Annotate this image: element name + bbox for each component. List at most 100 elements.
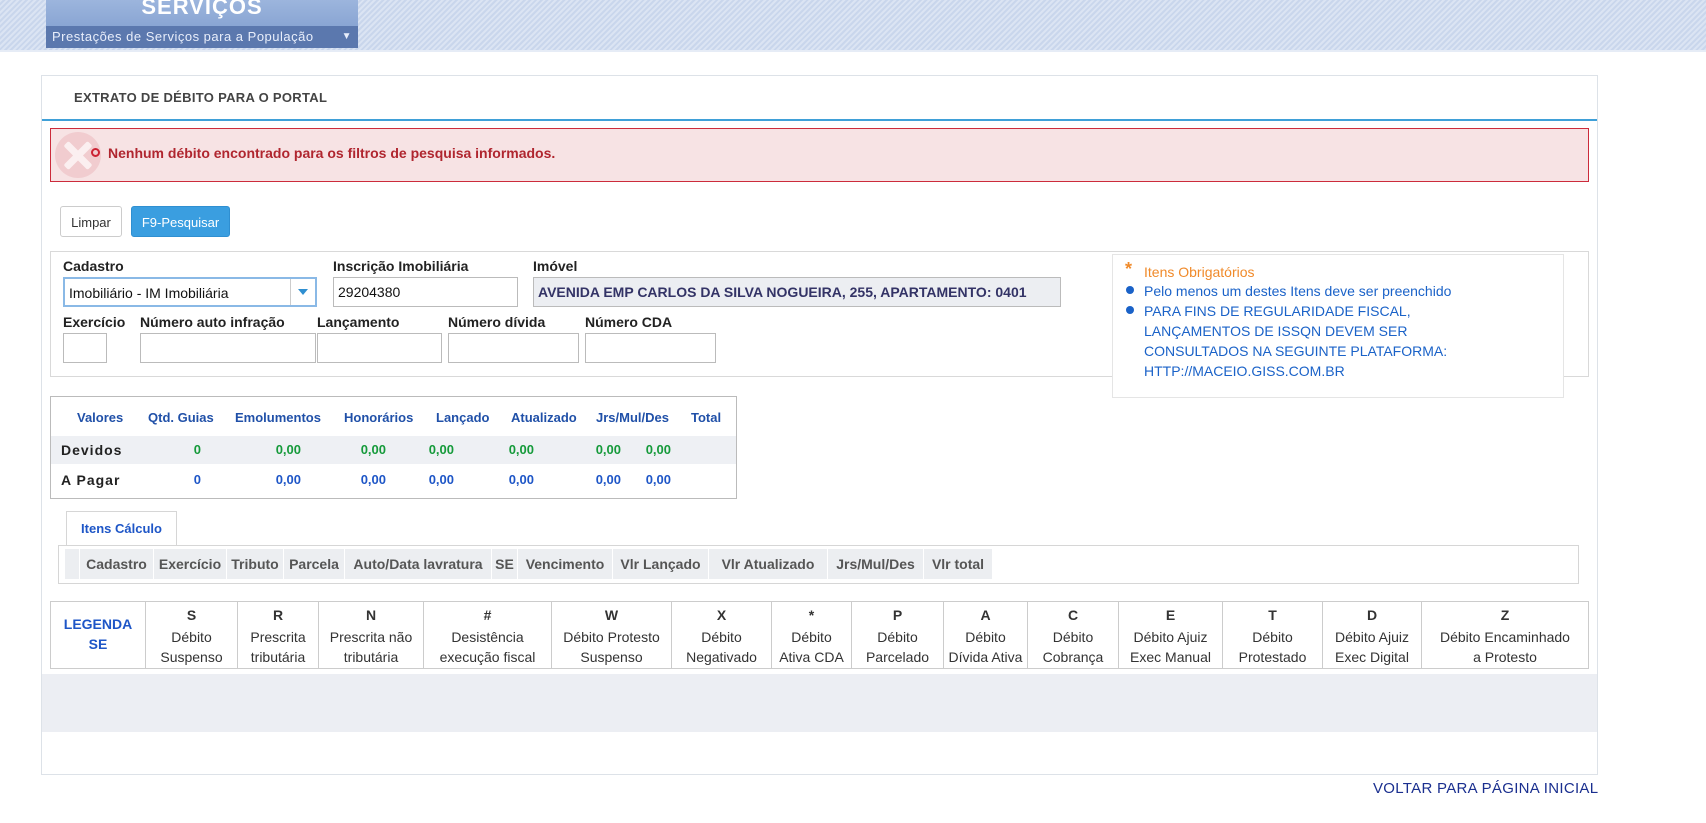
legenda-item: * Débito Ativa CDA: [772, 602, 852, 668]
search-button[interactable]: F9-Pesquisar: [131, 206, 230, 237]
grid-select-column[interactable]: [65, 549, 80, 579]
legenda-item: # Desistência execução fiscal: [424, 602, 552, 668]
legenda-desc: Prescrita não: [329, 629, 413, 645]
legenda-desc: tributária: [250, 649, 306, 665]
notice-line: LANÇAMENTOS DE ISSQN DEVEM SER: [1144, 323, 1408, 339]
grid-column-header[interactable]: Parcela: [284, 549, 345, 579]
legenda-code: W: [604, 607, 619, 623]
form-legend-box: * Itens Obrigatórios Pelo menos um deste…: [1112, 254, 1564, 398]
brand-title: SERVIÇOS: [141, 0, 263, 19]
values-summary-table: Valores Qtd. Guias Emolumentos Honorário…: [50, 396, 737, 499]
legenda-title-line: LEGENDA: [63, 616, 133, 632]
back-to-home-link[interactable]: VOLTAR PARA PÁGINA INICIAL: [1373, 780, 1598, 797]
tab-itens-calculo[interactable]: Itens Cálculo: [66, 511, 177, 546]
legenda-desc: Prescrita: [250, 629, 306, 645]
legenda-desc: Suspenso: [580, 649, 643, 665]
grid-column-header[interactable]: Cadastro: [80, 549, 154, 579]
legenda-desc: Cobrança: [1042, 649, 1104, 665]
lancamento-input[interactable]: [317, 333, 442, 363]
legenda-item: T Débito Protestado: [1223, 602, 1323, 668]
cda-input[interactable]: [585, 333, 716, 363]
values-cell: 0,00: [428, 442, 454, 457]
chevron-down-icon: ▼: [341, 31, 352, 42]
grid-column-header[interactable]: Jrs/Mul/Des: [828, 549, 924, 579]
values-cell: 0,00: [360, 442, 386, 457]
values-header: Valores: [77, 410, 124, 425]
inscricao-label: Inscrição Imobiliária: [333, 258, 469, 274]
values-row-highlight: [51, 436, 736, 464]
legenda-item: W Débito Protesto Suspenso: [552, 602, 672, 668]
legenda-desc: Débito: [1252, 629, 1293, 645]
services-menu-label: Prestações de Serviços para a População: [52, 29, 314, 44]
legenda-code: A: [980, 607, 991, 623]
panel-footer: [42, 674, 1597, 732]
values-cell: 0,00: [645, 472, 671, 487]
clear-button[interactable]: Limpar: [60, 206, 122, 237]
error-bullet-icon: [91, 148, 100, 157]
legenda-item: E Débito Ajuiz Exec Manual: [1119, 602, 1223, 668]
auto-infracao-input[interactable]: [140, 333, 316, 363]
values-cell: 0,00: [595, 442, 621, 457]
notice-line: CONSULTADOS NA SEGUINTE PLATAFORMA:: [1144, 343, 1448, 359]
top-banner: SERVIÇOS Prestações de Serviços para a P…: [0, 0, 1706, 52]
legenda-item: N Prescrita não tributária: [319, 602, 424, 668]
legenda-item: Z Débito Encaminhado a Protesto: [1422, 602, 1588, 668]
legenda-item: X Débito Negativado: [672, 602, 772, 668]
values-header: Atualizado: [511, 410, 577, 425]
grid-column-header[interactable]: Vlr Lançado: [613, 549, 709, 579]
required-legend-text: Itens Obrigatórios: [1144, 264, 1255, 280]
inscricao-input[interactable]: 29204380: [333, 277, 518, 307]
grid-column-header[interactable]: Vencimento: [518, 549, 613, 579]
legenda-desc: Débito Ajuiz: [1133, 629, 1208, 645]
legenda-item: A Débito Dívida Ativa: [944, 602, 1028, 668]
legenda-item: C Débito Cobrança: [1028, 602, 1119, 668]
cda-label: Número CDA: [585, 314, 673, 330]
services-menu[interactable]: Prestações de Serviços para a População …: [46, 26, 358, 48]
values-cell: 0,00: [275, 442, 301, 457]
values-row-label: Devidos: [61, 442, 123, 458]
values-cell: 0,00: [360, 472, 386, 487]
values-cell: 0,00: [645, 442, 671, 457]
values-cell: 0,00: [428, 472, 454, 487]
auto-infracao-label: Número auto infração: [140, 314, 285, 330]
grid-column-header[interactable]: Vlr total: [924, 549, 993, 579]
grid-column-header[interactable]: Vlr Atualizado: [709, 549, 828, 579]
values-header: Honorários: [344, 410, 414, 425]
values-cell: 0,00: [275, 472, 301, 487]
legenda-code: C: [1067, 607, 1079, 623]
legenda-desc: Débito: [171, 629, 212, 645]
legenda-desc: execução fiscal: [439, 649, 536, 665]
grid-column-header[interactable]: Auto/Data lavratura: [345, 549, 492, 579]
legenda-code: D: [1366, 607, 1378, 623]
legenda-code: X: [716, 607, 727, 623]
legenda-desc: Débito: [701, 629, 742, 645]
error-alert: Nenhum débito encontrado para os filtros…: [50, 128, 1589, 182]
divida-input[interactable]: [448, 333, 579, 363]
legenda-title: LEGENDA SE: [51, 602, 146, 668]
legenda-code: *: [808, 607, 815, 623]
legenda-desc: Protestado: [1238, 649, 1307, 665]
legenda-code: N: [365, 607, 377, 623]
exercicio-label: Exercício: [63, 314, 126, 330]
notice-line: HTTP://MACEIO.GISS.COM.BR: [1144, 363, 1345, 379]
legenda-code: R: [272, 607, 284, 623]
calc-items-grid: Cadastro Exercício Tributo Parcela Auto/…: [58, 545, 1579, 584]
cadastro-value: Imobiliário - IM Imobiliária: [69, 285, 229, 301]
legenda-desc: Ativa CDA: [779, 649, 844, 665]
legenda-desc: Débito: [965, 629, 1006, 645]
chevron-down-icon[interactable]: [290, 279, 315, 305]
grid-column-header[interactable]: SE: [492, 549, 518, 579]
values-cell: 0,00: [508, 442, 534, 457]
grid-column-header[interactable]: Exercício: [154, 549, 227, 579]
at-least-one-text: Pelo menos um destes Itens deve ser pree…: [1144, 283, 1452, 299]
lancamento-label: Lançamento: [317, 314, 400, 330]
exercicio-input[interactable]: [63, 333, 107, 363]
cadastro-select[interactable]: Imobiliário - IM Imobiliária: [63, 277, 317, 307]
legenda-desc: Débito: [791, 629, 832, 645]
brand-block[interactable]: SERVIÇOS Prestações de Serviços para a P…: [46, 0, 358, 48]
legenda-desc: tributária: [343, 649, 399, 665]
grid-column-header[interactable]: Tributo: [227, 549, 284, 579]
values-header: Lançado: [436, 410, 490, 425]
values-header: Qtd. Guias: [148, 410, 214, 425]
legenda-desc: Dívida Ativa: [948, 649, 1023, 665]
